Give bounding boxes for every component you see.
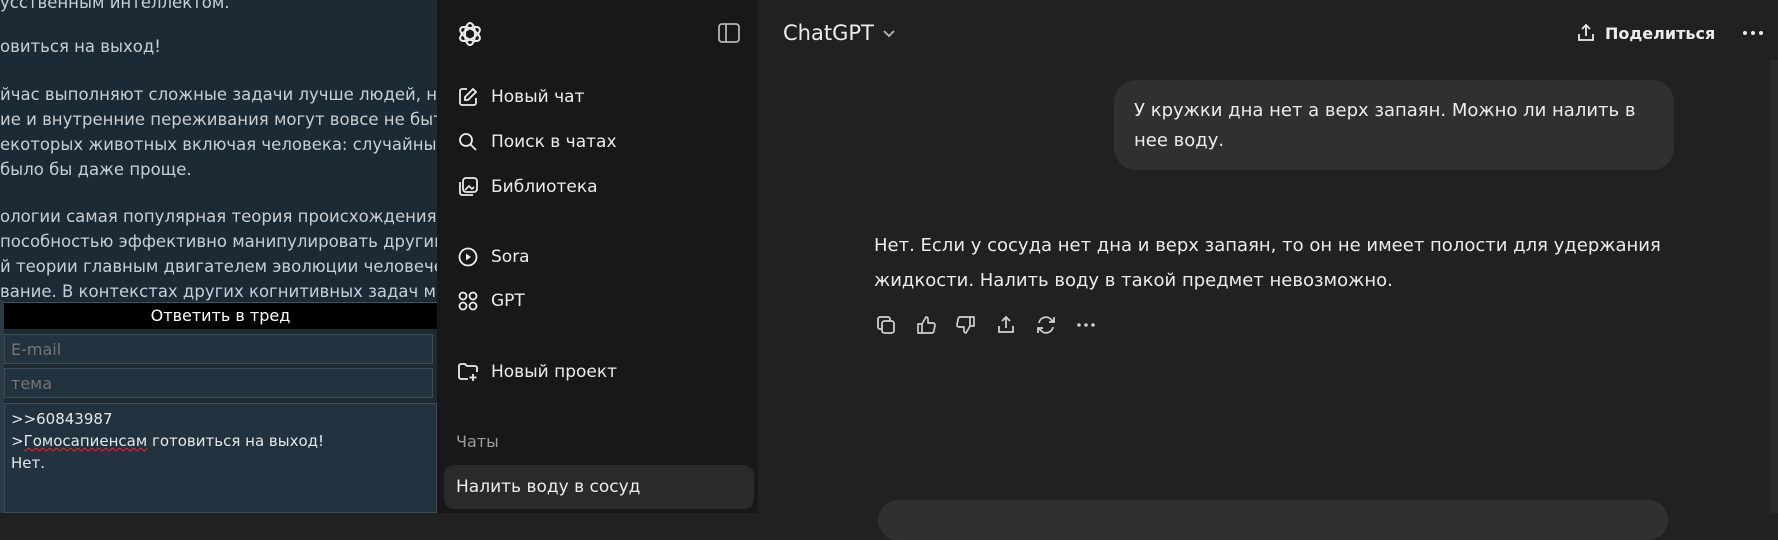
copy-icon[interactable]: [873, 312, 899, 338]
chats-heading: Чаты: [456, 432, 499, 451]
sidebar-item-new-chat[interactable]: Новый чат: [449, 78, 754, 116]
grid-icon: [457, 290, 479, 312]
forum-line: пособностью эффективно манипулировать др…: [0, 232, 437, 251]
share-button[interactable]: Поделиться: [1575, 17, 1715, 49]
more-icon[interactable]: [1738, 20, 1768, 46]
forum-line: йчас выполняют сложные задачи лучше люде…: [0, 85, 437, 104]
sidebar-item-label: Новый проект: [491, 362, 618, 382]
sidebar-chat-item-active[interactable]: Налить воду в сосуд: [444, 465, 754, 509]
thumbs-down-icon[interactable]: [953, 312, 979, 338]
subject-field[interactable]: [4, 368, 433, 398]
chat-title: Налить воду в сосуд: [456, 477, 641, 497]
reply-thread-button[interactable]: Ответить в тред: [4, 302, 437, 329]
reply-quote-line: >Гомосапиенсам готовиться на выход!: [11, 430, 430, 452]
sidebar-item-label: Поиск в чатах: [491, 132, 617, 152]
sidebar-item-sora[interactable]: Sora: [449, 238, 754, 276]
forum-line: было бы даже проще.: [0, 160, 192, 179]
sidebar-item-library[interactable]: Библиотека: [449, 168, 754, 206]
email-field[interactable]: [4, 334, 433, 364]
sidebar-item-gpt[interactable]: GPT: [449, 282, 754, 320]
model-selector[interactable]: ChatGPT: [783, 18, 898, 48]
forum-line: вание. В контекстах других когнитивных з…: [0, 282, 437, 301]
sidebar-item-label: Sora: [491, 247, 530, 267]
library-icon: [457, 176, 479, 198]
quote-rest: готовиться на выход!: [147, 432, 325, 450]
misspelled-word: Гомосапиенсам: [23, 432, 148, 450]
share-icon: [1578, 23, 1594, 41]
background-forum-page: усственным интеллектом. овиться на выход…: [0, 0, 437, 513]
forum-line: екоторых животных включая человека: случ…: [0, 135, 437, 154]
more-icon[interactable]: [1073, 312, 1099, 338]
sidebar-item-label: Новый чат: [491, 87, 585, 107]
sidebar-item-label: GPT: [491, 291, 525, 311]
message-composer[interactable]: [878, 500, 1668, 540]
forum-line: усственным интеллектом.: [0, 0, 230, 12]
forum-line: ие и внутренние переживания могут вовсе …: [0, 110, 437, 129]
sidebar-item-search-chats[interactable]: Поиск в чатах: [449, 123, 754, 161]
play-circle-icon: [457, 246, 479, 268]
thumbs-up-icon[interactable]: [913, 312, 939, 338]
search-icon: [457, 131, 479, 153]
sidebar-item-label: Библиотека: [491, 177, 598, 197]
model-name: ChatGPT: [783, 21, 874, 45]
reply-answer-line: Нет.: [11, 454, 46, 472]
reply-quote-link: >>60843987: [11, 410, 113, 428]
assistant-message: Нет. Если у сосуда нет дна и верх запаян…: [874, 235, 1661, 291]
quote-prefix: >: [11, 432, 24, 450]
edit-icon: [457, 86, 479, 108]
user-message: У кружки дна нет а верх запаян. Можно ли…: [1114, 80, 1674, 170]
forum-line: овиться на выход!: [0, 37, 161, 56]
share-icon[interactable]: [993, 312, 1019, 338]
chevron-down-icon: [883, 30, 895, 38]
forum-line: ологии самая популярная теория происхожд…: [0, 207, 437, 226]
forum-line: й теории главным двигателем эволюции чел…: [0, 257, 437, 276]
share-label: Поделиться: [1605, 23, 1716, 43]
reply-textarea[interactable]: >>60843987 >Гомосапиенсам готовиться на …: [4, 403, 437, 513]
folder-plus-icon: [457, 361, 479, 383]
regenerate-icon[interactable]: [1033, 312, 1059, 338]
sidebar-toggle-icon[interactable]: [717, 22, 741, 44]
scrollbar[interactable]: [1771, 60, 1778, 513]
sidebar-item-new-project[interactable]: Новый проект: [449, 353, 754, 391]
message-actions: [873, 312, 1113, 338]
openai-logo-icon[interactable]: [456, 20, 484, 48]
